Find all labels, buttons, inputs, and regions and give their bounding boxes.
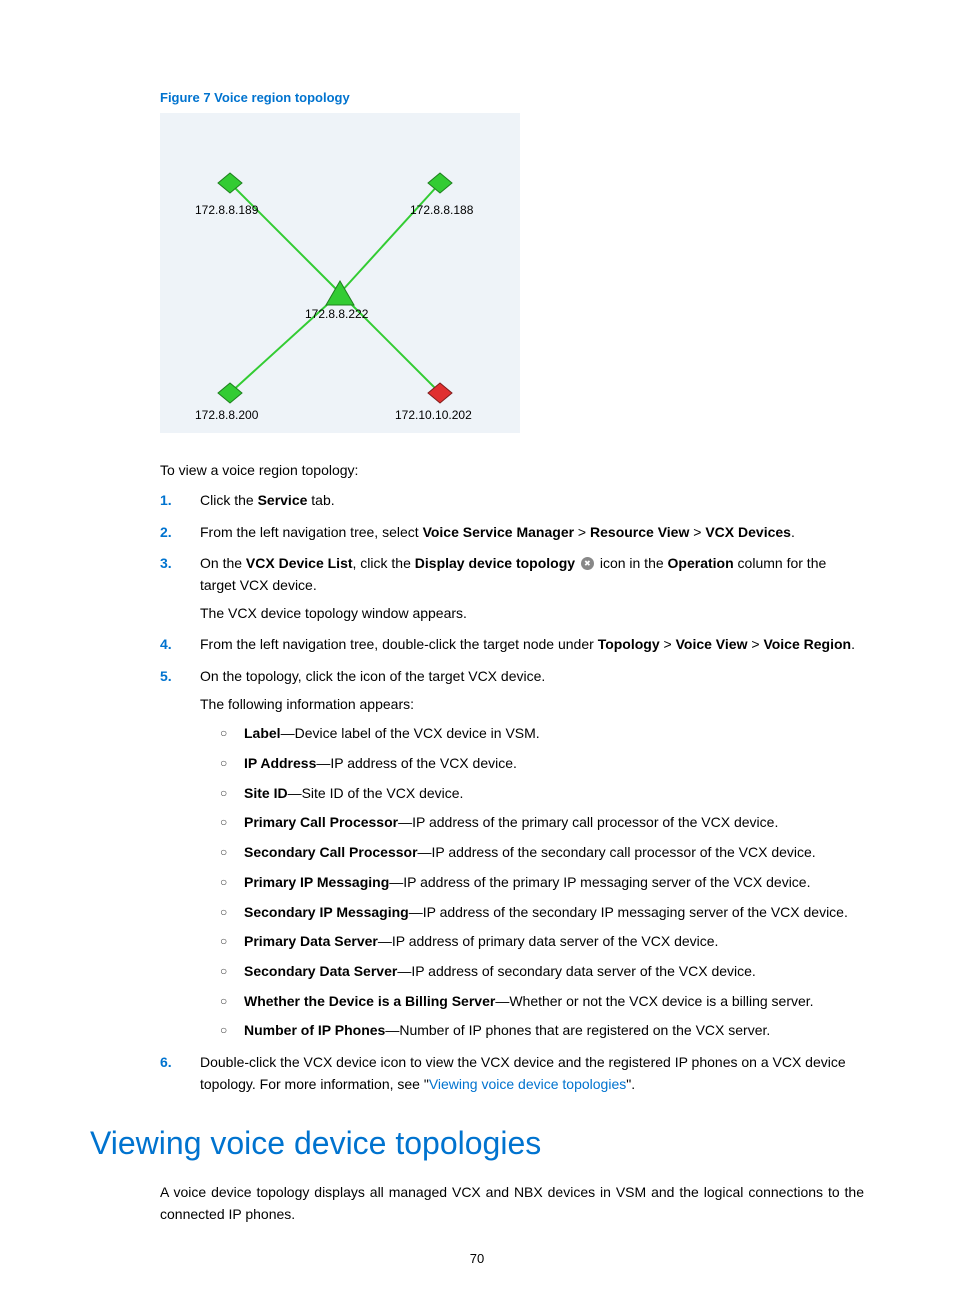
step-number: 4. (160, 634, 172, 656)
node-label-189: 172.8.8.189 (195, 203, 258, 217)
list-item: Secondary IP Messaging—IP address of the… (220, 902, 864, 924)
step-3: 3. On the VCX Device List, click the Dis… (160, 553, 864, 624)
step-number: 1. (160, 490, 172, 512)
list-item: Site ID—Site ID of the VCX device. (220, 783, 864, 805)
list-item: Primary Call Processor—IP address of the… (220, 812, 864, 834)
section-title: Viewing voice device topologies (90, 1125, 864, 1162)
section-paragraph: A voice device topology displays all man… (160, 1182, 864, 1225)
bold-service: Service (258, 492, 308, 508)
step-2: 2. From the left navigation tree, select… (160, 522, 864, 544)
list-item: Secondary Call Processor—IP address of t… (220, 842, 864, 864)
list-item: Primary IP Messaging—IP address of the p… (220, 872, 864, 894)
step-4: 4. From the left navigation tree, double… (160, 634, 864, 656)
topology-diagram: 172.8.8.189 172.8.8.188 172.8.8.222 172.… (160, 113, 520, 433)
node-label-200: 172.8.8.200 (195, 408, 258, 422)
figure-caption: Figure 7 Voice region topology (160, 90, 864, 105)
intro-text: To view a voice region topology: (160, 461, 864, 480)
node-label-188: 172.8.8.188 (410, 203, 473, 217)
step-1: 1. Click the Service tab. (160, 490, 864, 512)
step-number: 6. (160, 1052, 172, 1074)
node-label-202: 172.10.10.202 (395, 408, 472, 422)
step-5-subtext: The following information appears: (200, 694, 864, 716)
step-text: Click the (200, 492, 258, 508)
list-item: Label—Device label of the VCX device in … (220, 723, 864, 745)
steps-list: 1. Click the Service tab. 2. From the le… (160, 490, 864, 1095)
step-number: 3. (160, 553, 172, 575)
step-5: 5. On the topology, click the icon of th… (160, 666, 864, 1042)
page-number: 70 (0, 1251, 954, 1266)
list-item: Primary Data Server—IP address of primar… (220, 931, 864, 953)
step-6: 6. Double-click the VCX device icon to v… (160, 1052, 864, 1095)
list-item: Whether the Device is a Billing Server—W… (220, 991, 864, 1013)
display-topology-icon (581, 557, 594, 570)
list-item: Number of IP Phones—Number of IP phones … (220, 1020, 864, 1042)
list-item: IP Address—IP address of the VCX device. (220, 753, 864, 775)
link-viewing-voice-device-topologies[interactable]: Viewing voice device topologies (429, 1076, 626, 1092)
step-number: 2. (160, 522, 172, 544)
step-3-subtext: The VCX device topology window appears. (200, 603, 864, 625)
list-item: Secondary Data Server—IP address of seco… (220, 961, 864, 983)
step-number: 5. (160, 666, 172, 688)
node-label-222: 172.8.8.222 (305, 307, 368, 321)
info-list: Label—Device label of the VCX device in … (220, 723, 864, 1042)
